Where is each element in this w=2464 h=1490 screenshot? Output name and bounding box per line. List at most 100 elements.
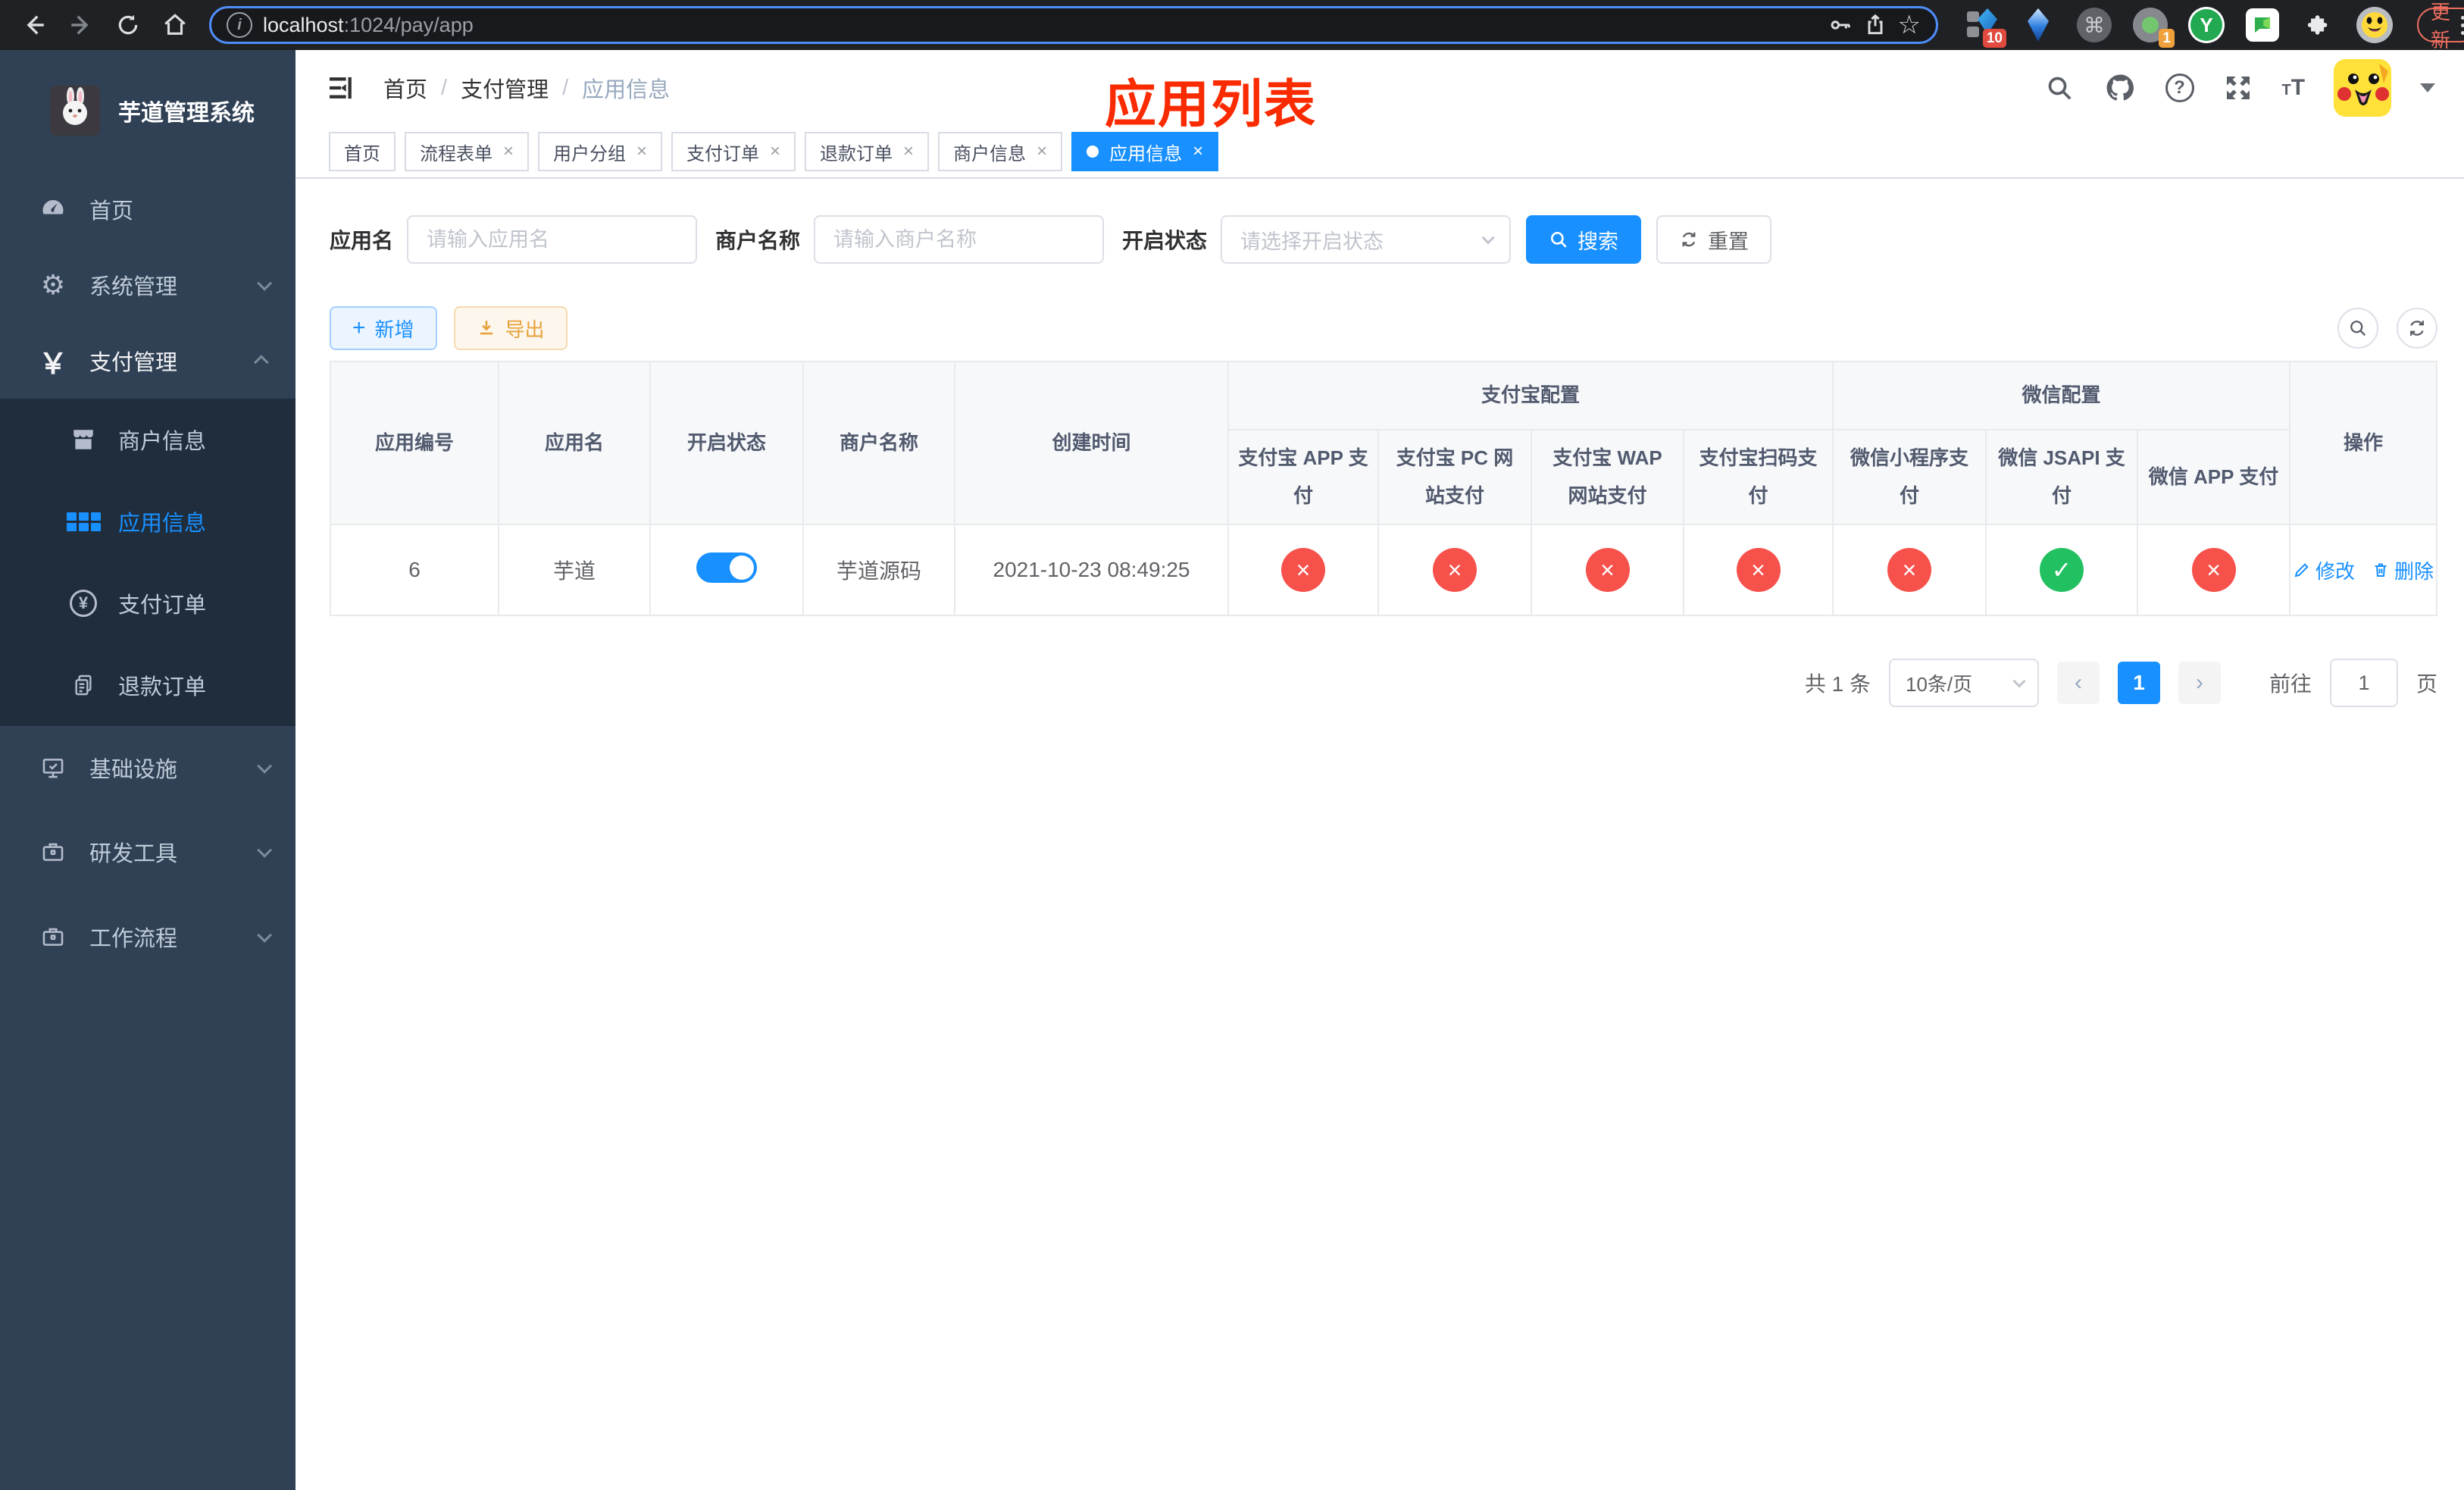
password-key-icon[interactable] — [1828, 13, 1853, 37]
sidebar-item-app-info[interactable]: 应用信息 — [0, 480, 295, 562]
delete-link[interactable]: 删除 — [2372, 556, 2434, 584]
browser-home-button[interactable] — [155, 5, 195, 45]
grid-table-icon — [66, 512, 101, 531]
sidebar-item-dev-tools[interactable]: 研发工具 — [0, 809, 295, 894]
sidebar-item-system[interactable]: ⚙ 系统管理 — [0, 247, 295, 323]
extension-command-icon[interactable]: ⌘ — [2076, 7, 2112, 43]
refresh-table-button[interactable] — [2397, 308, 2438, 349]
export-button[interactable]: 导出 — [453, 306, 568, 350]
cell-app-id: 6 — [330, 524, 499, 616]
tab-merchant-info[interactable]: 商户信息 × — [938, 132, 1063, 171]
site-info-icon[interactable]: i — [227, 12, 252, 38]
yen-icon: ￥ — [38, 348, 67, 380]
tab-process-form[interactable]: 流程表单 × — [405, 132, 530, 171]
status-select[interactable]: 请选择开启状态 — [1221, 215, 1512, 264]
extension-tabs-icon[interactable]: 10 — [1964, 7, 2006, 48]
close-icon[interactable]: × — [503, 141, 514, 162]
sidebar-item-home[interactable]: 首页 — [0, 171, 295, 247]
avatar-caret-icon[interactable] — [2420, 83, 2436, 92]
breadcrumb: 首页 / 支付管理 / 应用信息 — [383, 72, 670, 104]
extension-recorder-icon[interactable]: 1 — [2132, 7, 2175, 48]
tab-user-group[interactable]: 用户分组 × — [538, 132, 663, 171]
breadcrumb-home[interactable]: 首页 — [383, 72, 427, 104]
sidebar-item-merchant-info[interactable]: 商户信息 — [0, 399, 295, 480]
page-number-button[interactable]: 1 — [2118, 662, 2161, 704]
col-wx-app: 微信 APP 支付 — [2137, 429, 2291, 525]
address-bar[interactable]: i localhost:1024/pay/app ☆ — [209, 6, 1938, 44]
extension-kite-icon[interactable] — [2020, 7, 2056, 43]
status-label: 开启状态 — [1122, 229, 1208, 252]
page-annotation-title: 应用列表 — [1105, 76, 1318, 133]
tab-app-info[interactable]: 应用信息 × — [1071, 132, 1219, 171]
sidebar-toggle-button[interactable] — [326, 73, 356, 103]
yen-circle-icon: ¥ — [67, 590, 100, 617]
close-icon[interactable]: × — [1037, 141, 1047, 162]
close-icon[interactable]: × — [1193, 141, 1203, 162]
sidebar-item-infrastructure[interactable]: 基础设施 — [0, 726, 295, 809]
add-button[interactable]: + 新增 — [330, 306, 437, 350]
prev-page-button[interactable]: ‹ — [2057, 662, 2100, 704]
sidebar-item-payment[interactable]: ￥ 支付管理 — [0, 323, 295, 399]
font-size-icon[interactable]: TT — [2282, 75, 2306, 101]
sidebar-item-refund-order[interactable]: 退款订单 — [0, 644, 295, 726]
goto-label: 前往 — [2269, 672, 2312, 696]
cell-alipay-wap — [1531, 524, 1684, 616]
wx-lite-status-badge — [1887, 548, 1932, 592]
tags-view-bar: 首页 流程表单 × 用户分组 × 支付订单 × 退款订单 × 商户信息 × 应用信息 × — [295, 126, 2464, 179]
page-content: 应用名 商户名称 开启状态 请选择开启状态 搜索 重置 — [295, 179, 2464, 1490]
tab-pay-order[interactable]: 支付订单 × — [671, 132, 796, 171]
col-app-id: 应用编号 — [330, 361, 499, 525]
page-size-select[interactable]: 10条/页 — [1889, 659, 2040, 707]
tab-home[interactable]: 首页 — [329, 132, 396, 171]
tab-refund-order[interactable]: 退款订单 × — [805, 132, 930, 171]
table-toolbar: + 新增 导出 — [330, 306, 2438, 350]
sidebar-item-workflow[interactable]: 工作流程 — [0, 894, 295, 979]
extension-badge: 10 — [1982, 29, 2006, 48]
chevron-down-icon — [257, 275, 273, 291]
alipay-app-status-badge — [1281, 548, 1325, 592]
edit-link[interactable]: 修改 — [2293, 556, 2355, 584]
github-icon[interactable] — [2103, 71, 2137, 105]
home-icon — [164, 14, 186, 35]
reset-button[interactable]: 重置 — [1656, 215, 1772, 264]
col-merchant: 商户名称 — [802, 361, 955, 525]
close-icon[interactable]: × — [636, 141, 647, 162]
help-icon[interactable]: ? — [2165, 74, 2194, 102]
alipay-pc-status-badge — [1433, 548, 1477, 592]
close-icon[interactable]: × — [903, 141, 914, 162]
extension-y-icon[interactable]: Y — [2188, 7, 2225, 43]
extension-badge-2: 1 — [2159, 29, 2175, 48]
bookmark-star-icon[interactable]: ☆ — [1898, 12, 1921, 38]
search-icon — [2350, 321, 2366, 337]
merchant-name-input[interactable] — [814, 215, 1105, 264]
user-avatar[interactable] — [2334, 59, 2392, 117]
status-toggle[interactable] — [696, 552, 757, 583]
search-icon[interactable] — [2044, 73, 2075, 103]
share-icon[interactable] — [1863, 13, 1887, 37]
next-page-button[interactable]: › — [2178, 662, 2222, 704]
sidebar-item-pay-order[interactable]: ¥ 支付订单 — [0, 562, 295, 644]
app-name-input[interactable] — [407, 215, 698, 264]
cell-alipay-qr — [1682, 524, 1834, 616]
close-icon[interactable]: × — [770, 141, 780, 162]
browser-back-button[interactable] — [14, 5, 55, 45]
breadcrumb-current: 应用信息 — [582, 78, 671, 102]
browser-forward-button[interactable] — [61, 5, 102, 45]
extension-chat-icon[interactable] — [2244, 7, 2281, 43]
browser-menu-icon[interactable] — [2461, 15, 2464, 35]
trash-icon — [2375, 563, 2387, 577]
browser-reload-button[interactable] — [108, 5, 149, 45]
extension-emoji-icon[interactable] — [2356, 7, 2393, 43]
browser-update-button[interactable]: 更新 — [2417, 1, 2464, 52]
fullscreen-icon[interactable] — [2223, 73, 2253, 103]
extensions-puzzle-icon[interactable] — [2300, 7, 2337, 43]
forward-arrow-icon — [71, 15, 89, 35]
toggle-search-button[interactable] — [2337, 308, 2379, 349]
chevron-down-icon — [257, 927, 273, 943]
goto-page-input[interactable] — [2330, 659, 2399, 707]
chevron-down-icon — [257, 758, 273, 774]
sidebar-logo[interactable]: 芋道管理系统 — [0, 50, 295, 171]
search-button[interactable]: 搜索 — [1526, 215, 1642, 264]
breadcrumb-payment[interactable]: 支付管理 — [461, 72, 549, 104]
cell-alipay-app — [1227, 524, 1379, 616]
